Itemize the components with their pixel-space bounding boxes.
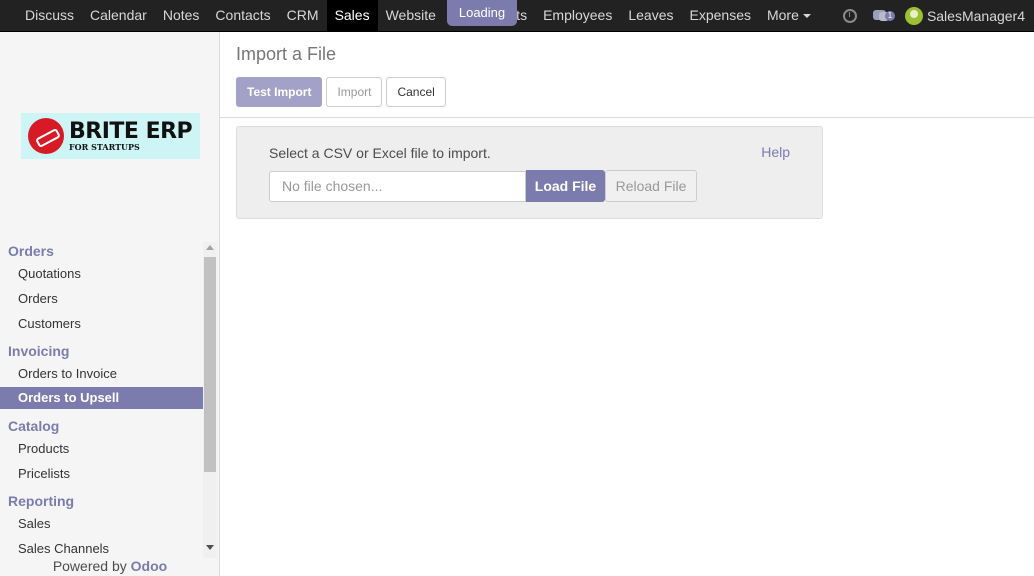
logo-subtitle: FOR STARTUPS xyxy=(69,141,140,152)
logo-title: BRITE ERP xyxy=(69,118,193,144)
file-input[interactable]: No file chosen... xyxy=(269,171,526,202)
sidebar-menu: Orders Quotations Orders Customers Invoi… xyxy=(0,237,203,555)
page-title: Import a File xyxy=(236,44,337,64)
sidebar-item-products[interactable]: Products xyxy=(0,437,203,462)
activity-clock-icon[interactable] xyxy=(842,8,857,23)
nav-discuss[interactable]: Discuss xyxy=(17,0,82,31)
powered-by-label: Powered by xyxy=(52,558,127,574)
caret-down-icon xyxy=(802,14,811,19)
import-button[interactable]: Import xyxy=(326,77,383,107)
test-import-button[interactable]: Test Import xyxy=(236,77,323,107)
sidebar-scrollbar[interactable] xyxy=(203,242,217,558)
nav-expenses[interactable]: Expenses xyxy=(682,0,759,31)
control-panel: Import a File Test Import Import Cancel xyxy=(220,32,1034,118)
sidebar-item-sales-channels[interactable]: Sales Channels xyxy=(0,537,203,555)
sidebar-item-orders-to-upsell[interactable]: Orders to Upsell xyxy=(0,387,203,409)
sidebar-item-orders[interactable]: Orders xyxy=(0,287,203,312)
app-menu: Discuss Calendar Notes Contacts CRM Sale… xyxy=(0,0,819,31)
import-buttons: Test Import Import Cancel xyxy=(236,77,450,107)
section-orders: Orders xyxy=(8,243,54,259)
sidebar-item-pricelists[interactable]: Pricelists xyxy=(0,462,203,487)
powered-by: Powered by Odoo xyxy=(0,556,220,576)
import-instruction: Select a CSV or Excel file to import. xyxy=(269,145,491,161)
nav-more-label: More xyxy=(766,7,799,23)
import-file-box: Select a CSV or Excel file to import. He… xyxy=(236,126,823,219)
systray: 1 SalesManager4 xyxy=(842,0,1034,31)
sidebar-item-quotations[interactable]: Quotations xyxy=(0,262,203,287)
help-link[interactable]: Help xyxy=(761,144,790,160)
scroll-up-arrow-icon[interactable] xyxy=(206,245,214,250)
nav-crm[interactable]: CRM xyxy=(279,0,327,31)
scroll-down-arrow-icon[interactable] xyxy=(206,545,214,550)
nav-leaves[interactable]: Leaves xyxy=(620,0,681,31)
nav-sales[interactable]: Sales xyxy=(326,0,378,31)
avatar xyxy=(904,6,923,25)
nav-more[interactable]: More xyxy=(759,0,819,31)
section-catalog: Catalog xyxy=(8,418,60,434)
company-logo[interactable]: BRITE ERP FOR STARTUPS xyxy=(21,113,200,159)
sidebar-item-customers[interactable]: Customers xyxy=(0,312,203,337)
cancel-button[interactable]: Cancel xyxy=(386,77,446,107)
odoo-link[interactable]: Odoo xyxy=(131,558,168,574)
sidebar: BRITE ERP FOR STARTUPS Orders Quotations… xyxy=(0,32,220,576)
nav-website[interactable]: Website xyxy=(378,0,444,31)
load-file-button[interactable]: Load File xyxy=(526,170,605,202)
nav-contacts[interactable]: Contacts xyxy=(207,0,278,31)
messaging-icon[interactable]: 1 xyxy=(872,9,895,23)
user-name: SalesManager4 xyxy=(926,7,1025,24)
message-count-badge: 1 xyxy=(884,10,895,21)
loading-indicator: Loading xyxy=(447,0,517,26)
main-content: Import a File Test Import Import Cancel … xyxy=(220,32,1034,576)
nav-calendar[interactable]: Calendar xyxy=(82,0,155,31)
nav-employees[interactable]: Employees xyxy=(535,0,620,31)
section-reporting: Reporting xyxy=(8,493,75,509)
nav-notes[interactable]: Notes xyxy=(155,0,208,31)
top-navbar: Discuss Calendar Notes Contacts CRM Sale… xyxy=(0,0,1034,32)
brite-logo-icon xyxy=(28,118,64,154)
sidebar-item-orders-to-invoice[interactable]: Orders to Invoice xyxy=(0,362,203,387)
scrollbar-thumb[interactable] xyxy=(204,257,216,472)
reload-file-button[interactable]: Reload File xyxy=(605,170,697,202)
sidebar-item-sales[interactable]: Sales xyxy=(0,512,203,537)
section-invoicing: Invoicing xyxy=(8,343,70,359)
user-menu[interactable]: SalesManager4 xyxy=(904,6,1034,25)
